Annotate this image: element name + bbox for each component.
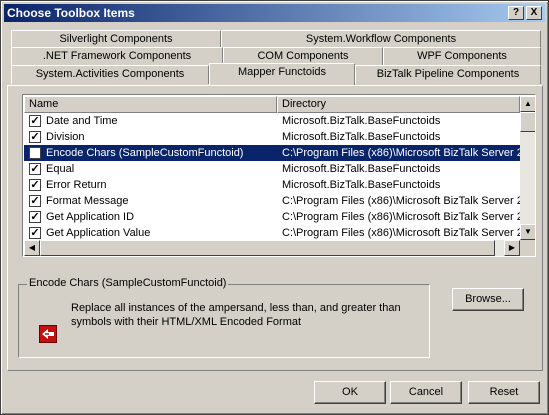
- choose-toolbox-items-dialog: Choose Toolbox Items ? X Silverlight Com…: [0, 0, 549, 415]
- item-name: Date and Time: [46, 115, 118, 127]
- cancel-button[interactable]: Cancel: [390, 381, 462, 404]
- item-name: Error Return: [46, 179, 107, 191]
- item-name: Division: [46, 131, 85, 143]
- unchecked-checkbox[interactable]: [29, 147, 41, 159]
- tab-system-activities-components[interactable]: System.Activities Components: [11, 65, 209, 84]
- item-directory: Microsoft.BizTalk.BaseFunctoids: [282, 163, 441, 175]
- item-directory: Microsoft.BizTalk.BaseFunctoids: [282, 131, 441, 143]
- horizontal-scroll-thumb[interactable]: [40, 240, 495, 256]
- item-directory: Microsoft.BizTalk.BaseFunctoids: [282, 115, 441, 127]
- scroll-down-arrow-icon[interactable]: ▼: [520, 224, 535, 240]
- list-item[interactable]: ✓ Error Return Microsoft.BizTalk.BaseFunct…: [24, 177, 520, 193]
- item-directory: C:\Program Files (x86)\Microsoft BizTalk…: [282, 227, 520, 239]
- ok-button[interactable]: OK: [314, 381, 386, 404]
- window-title: Choose Toolbox Items: [7, 6, 135, 20]
- scroll-up-arrow-icon[interactable]: ▲: [520, 96, 535, 112]
- checked-checkbox[interactable]: ✓: [29, 195, 41, 207]
- list-item[interactable]: ✓ Get Application Value C:\Program Files (…: [24, 225, 520, 240]
- details-title: Encode Chars (SampleCustomFunctoid): [27, 277, 229, 289]
- column-header-directory[interactable]: Directory: [277, 96, 520, 113]
- checked-checkbox[interactable]: ✓: [29, 163, 41, 175]
- help-button[interactable]: ?: [508, 6, 524, 20]
- tab-wpf-components[interactable]: WPF Components: [383, 47, 541, 66]
- list-item[interactable]: Encode Chars (SampleCustomFunctoid) C:\Pr…: [24, 145, 520, 161]
- item-name: Get Application Value: [46, 227, 151, 239]
- checked-checkbox[interactable]: ✓: [29, 131, 41, 143]
- scroll-right-arrow-icon[interactable]: ▶: [504, 240, 520, 256]
- list-rows: ✓ Date and Time Microsoft.BizTalk.BaseFunc…: [24, 113, 520, 240]
- checked-checkbox[interactable]: ✓: [29, 227, 41, 239]
- tab-mapper-functoids[interactable]: Mapper Functoids: [209, 63, 355, 85]
- item-name: Encode Chars (SampleCustomFunctoid): [46, 147, 244, 159]
- item-name: Get Application ID: [46, 211, 135, 223]
- checked-checkbox[interactable]: ✓: [29, 179, 41, 191]
- item-directory: Microsoft.BizTalk.BaseFunctoids: [282, 179, 441, 191]
- title-bar: Choose Toolbox Items ? X: [4, 4, 545, 22]
- selected-item-details: Encode Chars (SampleCustomFunctoid) Repl…: [18, 277, 430, 358]
- list-item[interactable]: ✓ Get Application ID C:\Program Files (x86…: [24, 209, 520, 225]
- item-directory: C:\Program Files (x86)\Microsoft BizTalk…: [282, 211, 520, 223]
- scroll-left-arrow-icon[interactable]: ◀: [24, 240, 40, 256]
- item-directory: C:\Program Files (x86)\Microsoft BizTalk…: [282, 147, 520, 159]
- functoid-icon: [39, 325, 57, 343]
- checked-checkbox[interactable]: ✓: [29, 211, 41, 223]
- list-item[interactable]: ✓ Date and Time Microsoft.BizTalk.BaseFunc…: [24, 113, 520, 129]
- item-description: Replace all instances of the ampersand, …: [71, 302, 401, 328]
- close-button[interactable]: X: [526, 6, 542, 20]
- list-item[interactable]: ✓ Division Microsoft.BizTalk.BaseFunctoids: [24, 129, 520, 145]
- vertical-scroll-thumb[interactable]: [520, 112, 535, 132]
- tab-biztalk-pipeline-components[interactable]: BizTalk Pipeline Components: [355, 65, 541, 84]
- browse-button[interactable]: Browse...: [452, 288, 524, 311]
- item-directory: C:\Program Files (x86)\Microsoft BizTalk…: [282, 195, 520, 207]
- reset-button[interactable]: Reset: [468, 381, 540, 404]
- item-name: Equal: [46, 163, 75, 175]
- column-header-name[interactable]: Name: [24, 96, 277, 113]
- toolbox-items-list[interactable]: Name Directory ✓ Date and Time Microsoft.B…: [22, 94, 536, 257]
- list-item[interactable]: ✓ Equal Microsoft.BizTalk.BaseFunctoids: [24, 161, 520, 177]
- tab-net-framework-components[interactable]: .NET Framework Components: [11, 47, 223, 66]
- tab-panel: Name Directory ✓ Date and Time Microsoft.B…: [7, 85, 543, 371]
- scrollbar-corner: [520, 240, 535, 256]
- item-name: Format Message: [46, 195, 129, 207]
- list-item[interactable]: ✓ Format Message C:\Program Files (x86)\Mi…: [24, 193, 520, 209]
- horizontal-scrollbar[interactable]: ◀ ▶: [24, 240, 520, 256]
- checked-checkbox[interactable]: ✓: [29, 115, 41, 127]
- vertical-scrollbar[interactable]: ▲ ▼: [520, 96, 535, 240]
